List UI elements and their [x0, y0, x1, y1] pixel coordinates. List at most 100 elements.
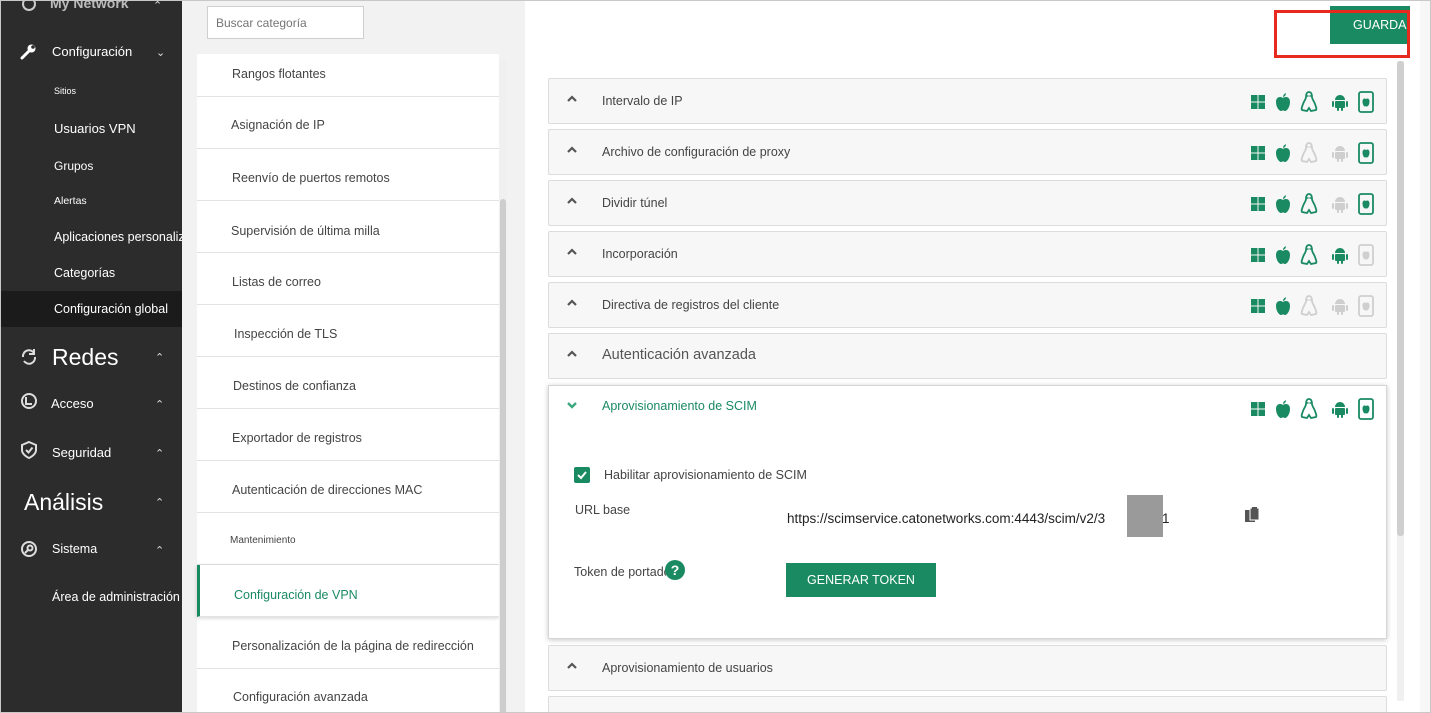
category-item[interactable]: Personalización de la página de redirecc…: [197, 617, 499, 669]
linux-icon: [1298, 294, 1320, 318]
section-dividir-tunel[interactable]: Dividir túnel: [548, 180, 1387, 226]
chevron-down-icon[interactable]: [565, 398, 579, 412]
apple-icon: [1272, 294, 1294, 318]
windows-icon: [1247, 397, 1269, 421]
nav-alertas[interactable]: Alertas: [54, 195, 87, 207]
nav-sistema-label: Sistema: [52, 542, 98, 556]
windows-icon: [1247, 141, 1269, 165]
system-icon: [19, 539, 39, 559]
section-title: Intervalo de IP: [602, 94, 683, 108]
ios-device-icon: [1355, 90, 1377, 114]
help-icon[interactable]: ?: [665, 560, 685, 580]
left-nav: My Network ⌃ Configuración ⌄ Sitios Usua…: [1, 0, 212, 712]
save-button[interactable]: GUARDAR: [1330, 6, 1410, 44]
section-autenticacion-avanzada[interactable]: Autenticación avanzada: [548, 333, 1387, 379]
category-item[interactable]: Exportador de registros: [197, 409, 499, 461]
windows-icon: [1247, 294, 1269, 318]
ios-device-icon: [1355, 294, 1377, 318]
nav-sitios[interactable]: Sitios: [54, 86, 76, 96]
windows-icon: [1247, 90, 1269, 114]
category-search-input[interactable]: [207, 6, 364, 39]
chevron-up-icon: [567, 248, 577, 255]
nav-my-network[interactable]: My Network ⌃: [1, 0, 182, 17]
linux-icon: [1298, 243, 1320, 267]
chevron-up-icon: [567, 299, 577, 306]
chevron-up-icon: ⌃: [155, 497, 165, 509]
section-proxy[interactable]: Archivo de configuración de proxy: [548, 129, 1387, 175]
category-item[interactable]: Supervisión de última milla: [197, 201, 499, 253]
section-title: Directiva de registros del cliente: [602, 298, 780, 312]
android-icon: [1329, 294, 1351, 318]
scrollbar-thumb[interactable]: [500, 199, 506, 712]
category-item[interactable]: Asignación de IP: [197, 97, 499, 149]
chevron-up-icon: ⌃: [153, 0, 163, 12]
category-list: Rangos flotantes Asignación de IP Reenví…: [197, 54, 499, 712]
token-label: Token de portador: [574, 565, 666, 579]
chevron-up-icon: ⌃: [155, 399, 165, 411]
scrollbar-thumb[interactable]: [1397, 61, 1404, 536]
category-item[interactable]: Rangos flotantes: [197, 54, 499, 97]
access-icon: [19, 391, 39, 411]
android-icon: [1329, 243, 1351, 267]
main-scrollbar[interactable]: [1397, 61, 1404, 701]
category-scrollbar[interactable]: [499, 59, 507, 712]
windows-icon: [1247, 243, 1269, 267]
section-aprovisionamiento-usuarios[interactable]: Aprovisionamiento de usuarios: [548, 645, 1387, 691]
linux-icon: [1298, 397, 1320, 421]
nav-configuracion-global[interactable]: Configuración global: [1, 291, 182, 327]
category-item[interactable]: Reenvío de puertos remotos: [197, 149, 499, 201]
ios-device-icon: [1355, 141, 1377, 165]
windows-icon: [1247, 192, 1269, 216]
ios-device-icon: [1355, 192, 1377, 216]
right-strip: [1420, 1, 1430, 712]
category-item[interactable]: Inspección de TLS: [197, 305, 499, 357]
nav-configuracion[interactable]: Configuración ⌄: [1, 37, 182, 67]
category-item[interactable]: Autenticación de direcciones MAC: [197, 461, 499, 513]
nav-grupos[interactable]: Grupos: [54, 159, 93, 173]
nav-usuarios-vpn[interactable]: Usuarios VPN: [54, 121, 136, 136]
category-item[interactable]: Listas de correo: [197, 253, 499, 305]
sync-icon: [19, 347, 39, 367]
enable-scim-label: Habilitar aprovisionamiento de SCIM: [604, 468, 807, 482]
section-title: Autenticación avanzada: [602, 347, 756, 363]
section-incorporacion[interactable]: Incorporación: [548, 231, 1387, 277]
nav-acceso[interactable]: Acceso ⌃: [1, 389, 182, 417]
nav-acceso-label: Acceso: [51, 396, 94, 411]
category-item[interactable]: Destinos de confianza: [197, 357, 499, 409]
section-title[interactable]: Aprovisionamiento de SCIM: [602, 399, 757, 413]
network-icon: [19, 1, 39, 14]
section-title: Aprovisionamiento de usuarios: [602, 661, 773, 675]
category-item[interactable]: Configuración avanzada: [197, 669, 499, 712]
linux-icon: [1298, 90, 1320, 114]
section-intervalo-ip[interactable]: Intervalo de IP: [548, 78, 1387, 124]
nav-analisis[interactable]: Análisis ⌃: [1, 486, 182, 520]
apple-icon: [1272, 397, 1294, 421]
nav-area-administracion[interactable]: Área de administración: [52, 590, 180, 604]
section-registros-cliente[interactable]: Directiva de registros del cliente: [548, 282, 1387, 328]
ios-device-icon: [1355, 397, 1377, 421]
copy-icon[interactable]: [1243, 506, 1261, 524]
nav-redes[interactable]: Redes ⌃: [1, 341, 182, 375]
nav-sistema[interactable]: Sistema ⌃: [1, 536, 182, 564]
redaction-box: [1127, 495, 1163, 537]
section-title: Dividir túnel: [602, 196, 668, 210]
generate-token-button[interactable]: GENERAR TOKEN: [786, 563, 936, 597]
apple-icon: [1272, 192, 1294, 216]
chevron-up-icon: [567, 95, 577, 102]
category-item-active[interactable]: Configuración de VPN: [197, 565, 499, 617]
section-title: Archivo de configuración de proxy: [602, 145, 791, 159]
linux-icon: [1298, 192, 1320, 216]
nav-seguridad[interactable]: Seguridad ⌃: [1, 438, 182, 466]
ios-device-icon: [1355, 243, 1377, 267]
enable-scim-checkbox[interactable]: [574, 467, 590, 483]
section-next[interactable]: [548, 696, 1387, 712]
android-icon: [1329, 141, 1351, 165]
apple-icon: [1272, 243, 1294, 267]
category-item[interactable]: Mantenimiento: [197, 513, 499, 565]
nav-categorias[interactable]: Categorías: [54, 266, 115, 280]
section-title: Incorporación: [602, 247, 678, 261]
nav-configuracion-label: Configuración: [52, 44, 133, 59]
android-icon: [1329, 397, 1351, 421]
apple-icon: [1272, 90, 1294, 114]
nav-seguridad-label: Seguridad: [52, 445, 112, 460]
